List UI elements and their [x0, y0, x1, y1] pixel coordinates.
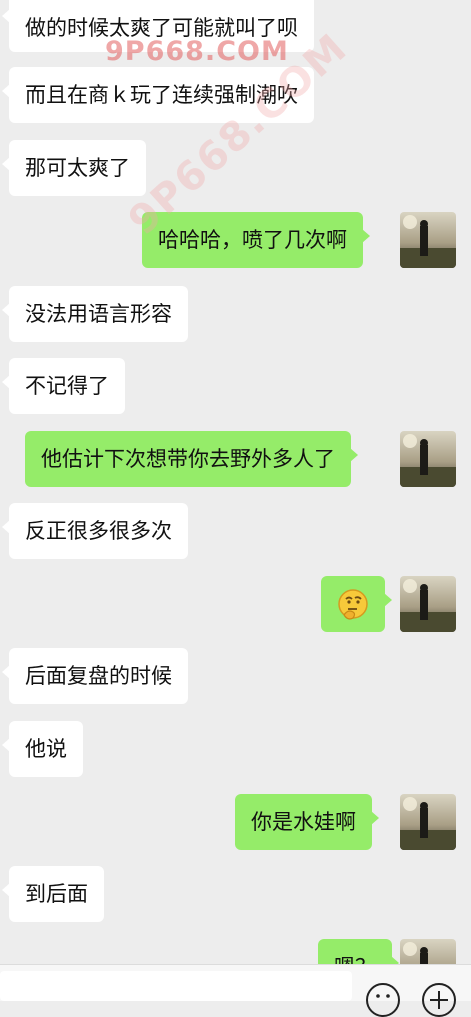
- message-bubble[interactable]: 你是水娃啊: [235, 794, 379, 850]
- avatar-photo-icon: [400, 431, 456, 487]
- message-text: 反正很多很多次: [25, 519, 172, 543]
- input-bar: [0, 964, 471, 1017]
- message-bubble[interactable]: 哈哈哈，喷了几次啊: [142, 212, 370, 268]
- avatar[interactable]: [400, 576, 456, 632]
- chat-area: 做的时候太爽了可能就叫了呗 而且在商ｋ玩了连续强制潮吹 那可太爽了 哈哈哈，喷了…: [0, 0, 471, 1000]
- avatar-photo-icon: [400, 212, 456, 268]
- message-bubble[interactable]: 后面复盘的时候: [2, 648, 188, 704]
- message-text: 你是水娃啊: [251, 810, 356, 834]
- message-bubble[interactable]: 做的时候太爽了可能就叫了呗: [2, 0, 314, 52]
- avatar-photo-icon: [400, 794, 456, 850]
- message-bubble[interactable]: 不记得了: [2, 358, 125, 414]
- message-bubble[interactable]: 没法用语言形容: [2, 286, 188, 342]
- thinking-face-emoji-icon: [338, 589, 368, 620]
- message-text: 而且在商ｋ玩了连续强制潮吹: [25, 83, 298, 107]
- emoji-icon[interactable]: [366, 983, 400, 1017]
- message-text: 后面复盘的时候: [25, 664, 172, 688]
- message-bubble[interactable]: 反正很多很多次: [2, 503, 188, 559]
- message-bubble[interactable]: 他说: [2, 721, 83, 777]
- message-text: 那可太爽了: [25, 156, 130, 180]
- message-text: 没法用语言形容: [25, 302, 172, 326]
- message-text: 他说: [25, 737, 67, 761]
- message-text: 做的时候太爽了可能就叫了呗: [25, 16, 298, 40]
- message-bubble[interactable]: 那可太爽了: [2, 140, 146, 196]
- message-bubble[interactable]: 他估计下次想带你去野外多人了: [25, 431, 358, 487]
- avatar[interactable]: [400, 212, 456, 268]
- plus-icon[interactable]: [422, 983, 456, 1017]
- message-text: 到后面: [25, 882, 88, 906]
- message-bubble[interactable]: 而且在商ｋ玩了连续强制潮吹: [2, 67, 314, 123]
- message-text: 不记得了: [25, 374, 109, 398]
- message-input[interactable]: [0, 971, 352, 1001]
- message-bubble[interactable]: [321, 576, 392, 632]
- message-bubble[interactable]: 到后面: [2, 866, 104, 922]
- avatar-photo-icon: [400, 576, 456, 632]
- avatar[interactable]: [400, 431, 456, 487]
- message-text: 他估计下次想带你去野外多人了: [41, 447, 335, 471]
- message-text: 哈哈哈，喷了几次啊: [158, 228, 347, 252]
- avatar[interactable]: [400, 794, 456, 850]
